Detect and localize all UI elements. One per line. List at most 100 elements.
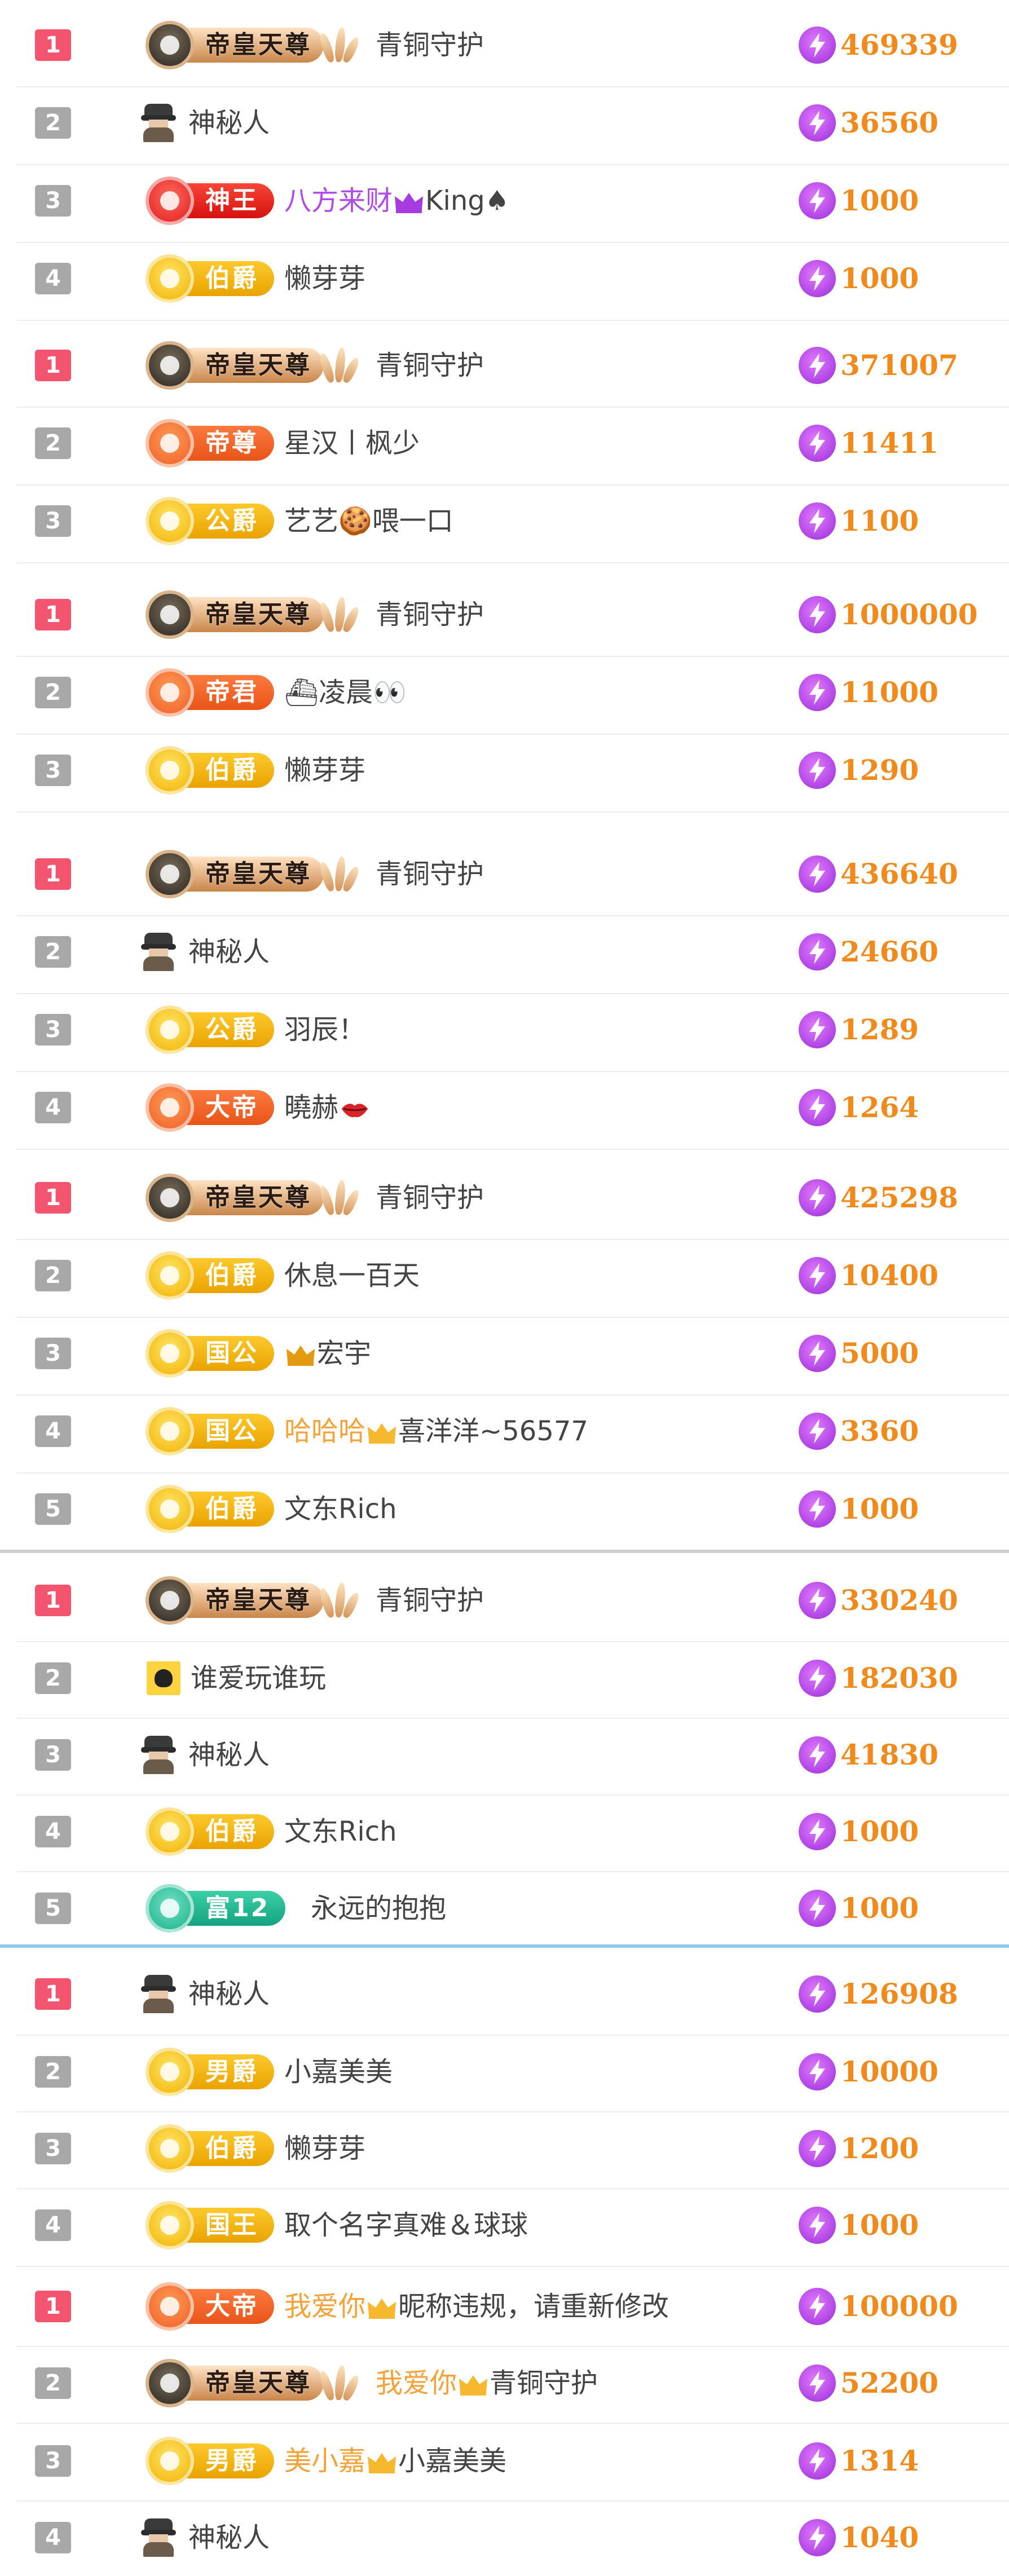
user-name[interactable]: 青铜守护 (376, 1583, 484, 1617)
user-name[interactable]: 羽辰！ (284, 1013, 365, 1047)
user-name[interactable]: 懒芽芽 (284, 2132, 365, 2165)
user-name[interactable]: 神秘人 (188, 1738, 270, 1772)
user-name[interactable]: 哈哈哈 喜洋洋~56577 (284, 1414, 588, 1448)
score: 330240 (799, 1581, 958, 1620)
lightning-icon (799, 2288, 836, 2325)
user-name[interactable]: 小嘉美美 (284, 2055, 393, 2089)
wing-icon (318, 1177, 362, 1218)
score: 1000 (799, 1889, 919, 1928)
score-value: 24660 (840, 935, 938, 968)
name-text: 青铜守护 (376, 599, 484, 630)
row-divider (0, 1944, 1009, 1948)
rank-title-badge: 伯爵 (146, 746, 274, 795)
user-name[interactable]: 宏宇 (284, 1336, 371, 1370)
rank-title-badge: 帝皇天尊 (146, 1174, 362, 1222)
name-text: 懒芽芽 (284, 263, 366, 294)
user-name[interactable]: 青铜守护 (376, 28, 484, 62)
name-text: 文东Rich (284, 1493, 397, 1525)
spy-icon (141, 1974, 176, 2013)
badge-label: 帝皇天尊 (177, 1180, 324, 1215)
user-name[interactable]: 艺艺🍪喂一口 (284, 504, 453, 538)
score: 1000 (799, 2206, 919, 2245)
user-name[interactable]: 星汉丨枫少 (284, 426, 420, 460)
user-name[interactable]: 懒芽芽 (284, 753, 365, 787)
name-text: 曉赫 (284, 1092, 339, 1123)
rank-badge: 1 (35, 858, 71, 890)
row-divider (17, 2500, 1009, 2502)
medal-icon (146, 1083, 194, 1132)
name-text: 喜洋洋~56577 (398, 1415, 588, 1447)
user-name[interactable]: 八方来财 King♠ (284, 184, 509, 218)
user-name[interactable]: 青铜守护 (376, 857, 484, 891)
score-value: 1289 (840, 1013, 919, 1046)
user-name[interactable]: 文东Rich (284, 1492, 397, 1526)
user-name[interactable]: 永远的抱抱 (311, 1891, 446, 1925)
row-divider (17, 2035, 1009, 2036)
user-name[interactable]: 曉赫 (284, 1091, 371, 1124)
spy-icon (141, 2517, 176, 2557)
medal-icon (146, 2124, 194, 2173)
lightning-icon (799, 596, 836, 633)
lightning-icon (799, 425, 836, 462)
name-text: 青铜守护 (376, 858, 484, 890)
score: 371007 (799, 346, 958, 385)
medal-icon (146, 590, 194, 639)
lightning-icon (799, 2053, 836, 2090)
crown-icon (365, 2291, 398, 2322)
user-name[interactable]: ⛴凌晨👀 (284, 676, 407, 709)
rank-badge: 4 (35, 2209, 71, 2241)
user-name[interactable]: 青铜守护 (376, 1181, 484, 1215)
rank-title-badge: 帝皇天尊 (146, 850, 362, 898)
rank-badge: 3 (35, 2445, 71, 2477)
medal-icon (146, 1485, 194, 1533)
score: 100000 (799, 2287, 958, 2326)
score-value: 1100 (840, 504, 919, 537)
user-name[interactable]: 我爱你 昵称违规，请重新修改 (284, 2290, 669, 2323)
medal-icon (146, 419, 194, 467)
user-name[interactable]: 懒芽芽 (284, 262, 365, 295)
medal-icon (146, 850, 194, 898)
wing-icon (318, 594, 362, 635)
user-name[interactable]: 谁爱玩谁玩 (191, 1661, 326, 1695)
row-divider (17, 1794, 1009, 1796)
lightning-icon (799, 855, 836, 893)
score-value: 11000 (840, 676, 938, 709)
user-name[interactable]: 取个名字真难＆球球 (284, 2208, 528, 2242)
score-value: 330240 (840, 1583, 958, 1617)
user-name[interactable]: 青铜守护 (376, 598, 484, 632)
badge-label: 帝皇天尊 (177, 597, 324, 632)
lightning-icon (799, 104, 836, 142)
user-name[interactable]: 休息一百天 (284, 1259, 420, 1293)
rank-badge: 5 (35, 1893, 71, 1924)
user-name[interactable]: 神秘人 (188, 935, 270, 969)
user-name[interactable]: 美小嘉 小嘉美美 (284, 2444, 506, 2478)
score-value: 371007 (840, 349, 958, 382)
user-name[interactable]: 神秘人 (188, 106, 270, 140)
row-divider (17, 1395, 1009, 1396)
crown-icon (365, 2445, 398, 2477)
rank-badge: 2 (35, 2367, 71, 2399)
row-divider (17, 656, 1009, 657)
name-text: King♠ (425, 185, 509, 217)
user-name[interactable]: 神秘人 (188, 2521, 270, 2555)
user-name[interactable]: 青铜守护 (376, 349, 484, 382)
row-divider (17, 2188, 1009, 2189)
rank-badge: 1 (35, 1585, 71, 1616)
lightning-icon (799, 1890, 836, 1927)
user-name[interactable]: 文东Rich (284, 1815, 397, 1849)
user-name[interactable]: 我爱你 青铜守护 (376, 2366, 598, 2400)
user-name[interactable]: 神秘人 (188, 1977, 270, 2011)
crown-icon (457, 2367, 490, 2399)
spy-icon (141, 103, 176, 142)
rank-title-badge: 男爵 (146, 2437, 274, 2485)
score-value: 126908 (840, 1977, 958, 2010)
score-value: 436640 (840, 857, 958, 890)
name-text: 羽辰！ (284, 1014, 366, 1046)
rank-title-badge: 国公 (146, 1329, 274, 1378)
crown-icon (365, 1415, 398, 1447)
lightning-icon (799, 2519, 836, 2556)
rank-title-badge: 伯爵 (146, 1485, 274, 1533)
crown-icon (284, 1338, 317, 1369)
rank-title-badge: 大帝 (146, 1083, 274, 1132)
name-text: 青铜守护 (376, 350, 484, 381)
